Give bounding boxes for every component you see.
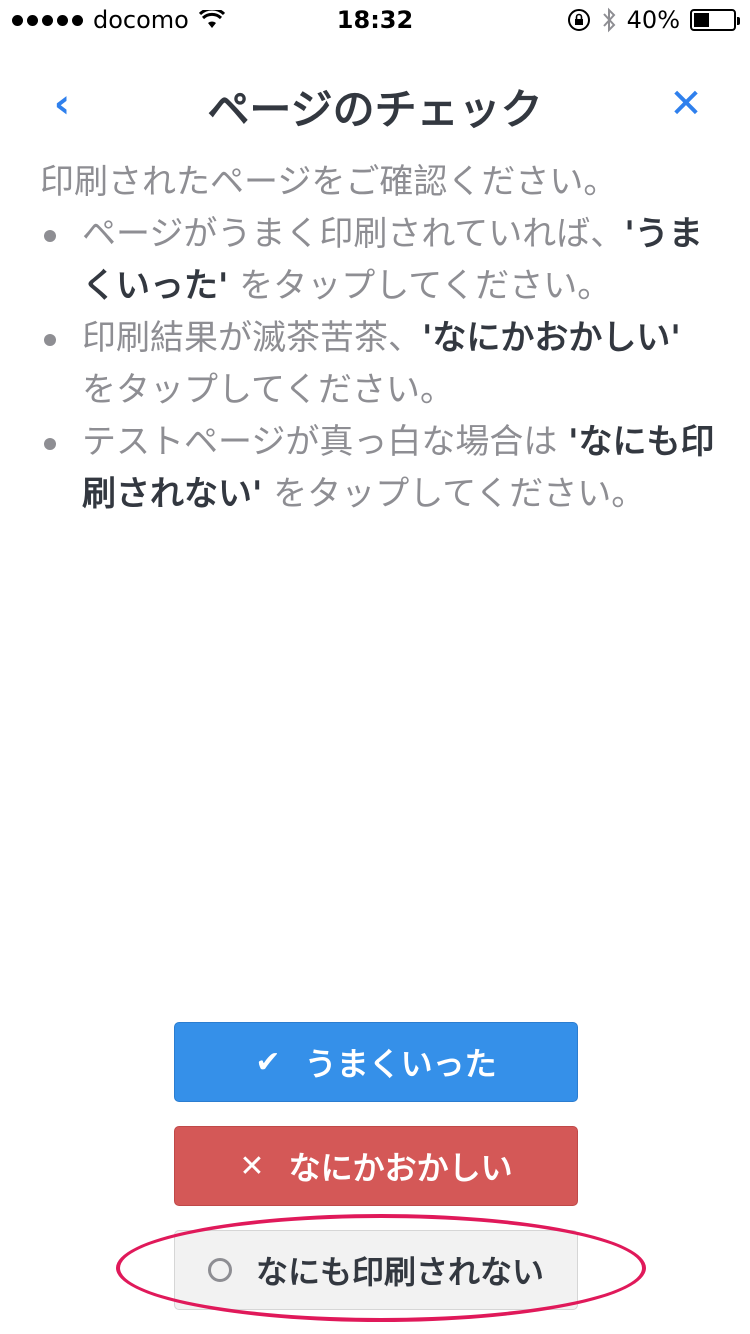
- instructions: 印刷されたページをご確認ください。 ページがうまく印刷されていれば、'うまくいっ…: [40, 156, 720, 520]
- page-title: ページのチェック: [207, 85, 543, 134]
- nothing-printed-button-label: なにも印刷されない: [255, 1253, 544, 1291]
- instructions-list: ページがうまく印刷されていれば、'うまくいった' をタップしてください。 印刷結…: [40, 208, 720, 520]
- battery-fill: [694, 13, 710, 27]
- circle-icon: [207, 1258, 232, 1282]
- success-button[interactable]: ✔ うまくいった: [174, 1022, 578, 1102]
- checkmark-icon: ✔: [255, 1044, 281, 1080]
- cross-icon: ✕: [239, 1148, 265, 1184]
- instruction-item-success: ページがうまく印刷されていれば、'うまくいった' をタップしてください。: [40, 208, 720, 312]
- screen: docomo 18:32 40% ‹ ページのチェック ✕ 印刷されたページをご…: [0, 0, 750, 1334]
- instruction-text: をタップしてください。: [82, 370, 454, 410]
- instruction-text: テストページが真っ白な場合は: [82, 422, 569, 462]
- instruction-text: 印刷結果が滅茶苦茶、: [82, 318, 422, 358]
- something-wrong-button-label: なにかおかしい: [288, 1149, 513, 1187]
- nothing-printed-button[interactable]: なにも印刷されない: [174, 1230, 578, 1310]
- success-button-label: うまくいった: [304, 1045, 497, 1083]
- instruction-item-wrong: 印刷結果が滅茶苦茶、'なにかおかしい' をタップしてください。: [40, 312, 720, 416]
- instruction-option: 'なにかおかしい': [422, 318, 681, 358]
- instruction-text: ページがうまく印刷されていれば、: [82, 214, 625, 254]
- instruction-text: をタップしてください。: [262, 474, 646, 514]
- close-button[interactable]: ✕: [666, 82, 706, 126]
- orientation-lock-icon: [567, 9, 590, 31]
- something-wrong-button[interactable]: ✕ なにかおかしい: [174, 1126, 578, 1206]
- status-right: 40%: [567, 6, 740, 34]
- status-bar: docomo 18:32 40%: [0, 0, 750, 40]
- battery-percent: 40%: [626, 6, 680, 34]
- navigation-bar: ‹ ページのチェック ✕: [0, 60, 750, 150]
- instruction-text: をタップしてください。: [228, 266, 612, 306]
- battery-icon: [690, 9, 740, 31]
- instructions-intro: 印刷されたページをご確認ください。: [40, 162, 618, 202]
- instruction-item-blank: テストページが真っ白な場合は 'なにも印刷されない' をタップしてください。: [40, 416, 720, 520]
- bluetooth-icon: [602, 7, 616, 33]
